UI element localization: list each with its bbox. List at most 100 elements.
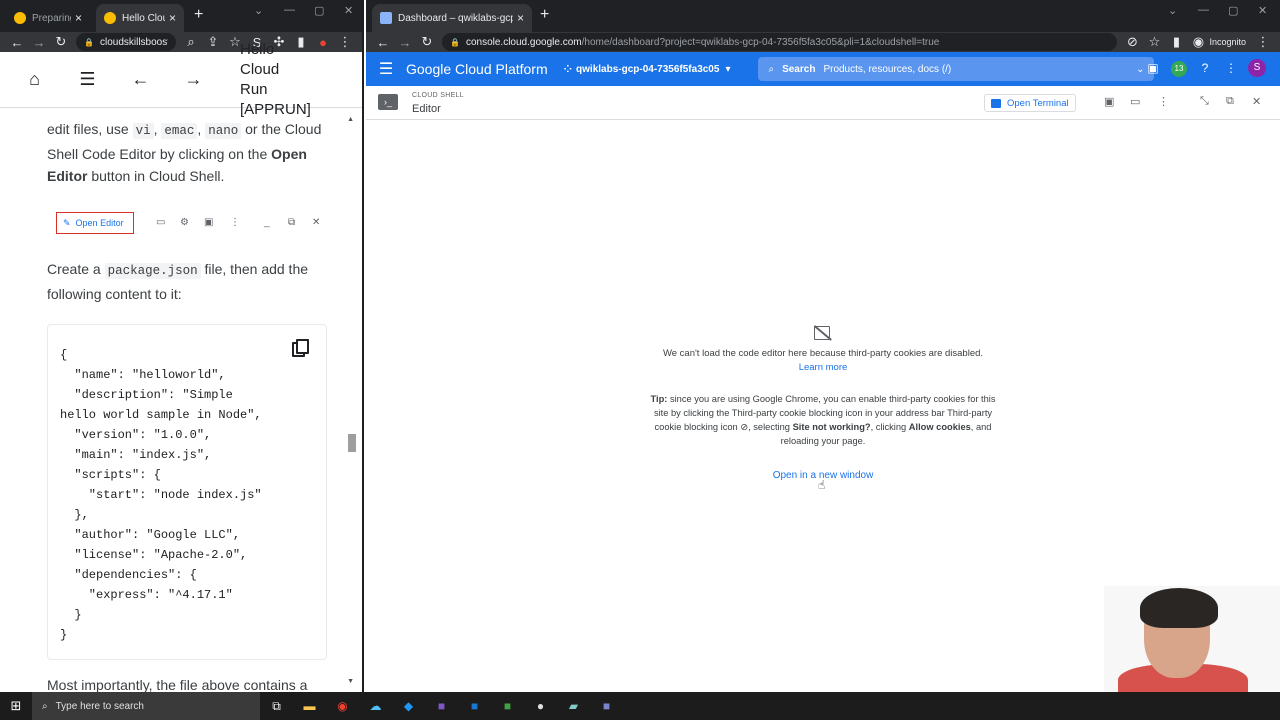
reload-icon[interactable]: ↻	[416, 34, 438, 50]
chevron-down-icon[interactable]: ⌄	[254, 4, 263, 17]
gcp-header: ☰ Google Cloud Platform ⁘ qwiklabs-gcp-0…	[366, 52, 1280, 86]
home-icon[interactable]: ⌂	[8, 69, 61, 90]
menu-dots-icon[interactable]: ⋮	[1252, 34, 1274, 50]
new-tab-icon[interactable]: +	[194, 6, 203, 24]
notifications-icon[interactable]: 13	[1166, 60, 1192, 77]
teams-icon[interactable]: ■	[425, 699, 458, 713]
maximize-icon[interactable]: ▢	[1228, 4, 1238, 17]
address-bar[interactable]: 🔒 cloudskillsboost.go...	[76, 33, 176, 51]
open-editor-button: ✎ Open Editor	[56, 212, 134, 234]
url-text: cloudskillsboost.go...	[99, 36, 168, 48]
cloud-shell-icon[interactable]: ▣	[1140, 61, 1166, 75]
cookie-blocked-icon[interactable]: ⊘	[1121, 34, 1143, 50]
scroll-down-icon[interactable]: ▼	[347, 678, 354, 685]
chevron-down-icon[interactable]: ⌄	[1168, 4, 1177, 17]
more-icon: ⋮	[230, 217, 240, 228]
text: , clicking	[870, 422, 909, 432]
caret-down-icon: ▾	[725, 63, 731, 75]
copy-icon[interactable]	[292, 339, 310, 359]
editor-toolbar-image: ✎ Open Editor ▭ ⚙ ▣ ⋮ _ ⧉ ✕	[56, 212, 330, 236]
windows-start-icon[interactable]: ⊞	[0, 698, 32, 714]
tab-dashboard[interactable]: Dashboard – qwiklabs-gcp-04-73 ×	[372, 4, 532, 32]
error-message: We can't load the code editor here becau…	[662, 348, 984, 359]
tab-hello-cloud-run[interactable]: Hello Cloud R ×	[96, 4, 184, 32]
tab-preparing[interactable]: Preparing for ×	[6, 4, 90, 32]
close-icon[interactable]: ×	[517, 11, 524, 25]
address-bar[interactable]: 🔒 console.cloud.google.com/home/dashboar…	[442, 33, 1118, 51]
arrow-forward-icon[interactable]: →	[167, 69, 220, 90]
gear-icon: ⚙	[180, 217, 189, 228]
left-tab-strip: Preparing for × Hello Cloud R × + ⌄ — ▢ …	[0, 0, 362, 32]
right-toolbar: ← → ↻ 🔒 console.cloud.google.com/home/da…	[366, 32, 1280, 52]
cloud-favicon-icon	[104, 12, 116, 24]
close-icon[interactable]: ×	[169, 11, 176, 25]
lab-content: edit files, use vi, emac, nano or the Cl…	[0, 108, 346, 692]
close-window-icon[interactable]: ✕	[344, 4, 353, 17]
incognito-icon[interactable]: ◉	[1187, 34, 1209, 50]
taskbar-search-placeholder: Type here to search	[55, 700, 144, 712]
lock-icon: 🔒	[84, 37, 94, 47]
windows-taskbar: ⊞ ⌕ Type here to search ⧉ ▬ ◉ ☁ ◆ ■ ■ ■ …	[0, 692, 1280, 720]
learn-more-link[interactable]: Learn more	[799, 362, 848, 373]
minimize-icon[interactable]: —	[1198, 4, 1209, 16]
green-app-icon[interactable]: ■	[491, 699, 524, 713]
reload-icon[interactable]: ↻	[50, 34, 72, 50]
taskbar-search[interactable]: ⌕ Type here to search	[32, 692, 260, 720]
more-vert-icon[interactable]: ⋮	[1218, 61, 1244, 75]
zoom-icon[interactable]: ⌕	[180, 34, 202, 50]
vscode-icon[interactable]: ◆	[392, 699, 425, 713]
lab-title-line: Hello	[240, 41, 275, 58]
lock-icon: 🔒	[450, 37, 460, 47]
code-block: { "name": "helloworld", "description": "…	[47, 324, 327, 660]
minimize-icon[interactable]: —	[284, 4, 295, 16]
cloud-favicon-icon	[14, 12, 26, 24]
close-window-icon[interactable]: ✕	[1258, 4, 1267, 17]
file-explorer-icon[interactable]: ▬	[293, 699, 326, 713]
gcp-brand[interactable]: Google Cloud Platform	[406, 61, 548, 77]
share-icon[interactable]: ⇪	[202, 34, 224, 50]
lab-navbar: ⌂ ☰ ← → Hello Cloud Run [APPRUN]	[0, 41, 362, 118]
star-icon[interactable]: ☆	[1143, 34, 1165, 50]
project-icon: ⁘	[563, 63, 573, 75]
inline-code: nano	[205, 123, 242, 139]
arrow-back-icon[interactable]: ←	[114, 69, 167, 90]
back-icon[interactable]: ←	[372, 35, 394, 50]
url-path: /home/dashboard?project=qwiklabs-gcp-04-…	[581, 36, 940, 48]
forward-icon[interactable]: →	[394, 35, 416, 50]
scrollbar-thumb[interactable]	[348, 434, 356, 452]
notification-badge: 13	[1171, 60, 1187, 77]
account-avatar[interactable]: S	[1244, 59, 1270, 77]
hamburger-menu-icon[interactable]: ☰	[366, 59, 406, 79]
list-icon[interactable]: ☰	[61, 69, 114, 90]
bold-text: Site not working?	[792, 422, 871, 432]
chrome-icon[interactable]: ◉	[326, 699, 359, 713]
search-icon: ⌕	[42, 700, 48, 712]
tab-title: Dashboard – qwiklabs-gcp-04-73	[398, 12, 513, 24]
outlook-icon[interactable]: ■	[458, 699, 491, 713]
forward-icon[interactable]: →	[28, 35, 50, 50]
gcp-header-actions: ▣ 13 ? ⋮ S	[1140, 59, 1270, 77]
close-icon[interactable]: ×	[75, 11, 82, 25]
task-view-icon[interactable]: ⧉	[260, 699, 293, 714]
search-placeholder: Products, resources, docs (/)	[823, 63, 952, 75]
paragraph-most-importantly: Most importantly, the file above contain…	[47, 677, 308, 692]
help-icon[interactable]: ?	[1192, 61, 1218, 75]
project-selector[interactable]: ⁘ qwiklabs-gcp-04-7356f5fa3c05 ▾	[564, 64, 731, 75]
gcp-search-bar[interactable]: ⌕ Search Products, resources, docs (/) ⌄	[758, 57, 1155, 81]
text: , selecting	[748, 422, 793, 432]
new-tab-icon[interactable]: +	[540, 6, 549, 24]
cloud-app-icon[interactable]: ☁	[359, 699, 392, 713]
sidepanel-icon[interactable]: ▮	[1165, 34, 1187, 50]
tip-text: Tip: since you are using Google Chrome, …	[648, 392, 998, 448]
lab-title-line: Run	[240, 81, 268, 98]
scroll-up-icon[interactable]: ▲	[347, 116, 354, 123]
obs-icon[interactable]: ●	[524, 699, 557, 713]
maximize-icon[interactable]: ▢	[314, 4, 324, 17]
app-icon[interactable]: ■	[590, 699, 623, 713]
incognito-label[interactable]: Incognito	[1209, 37, 1246, 47]
gcp-favicon-icon	[380, 12, 392, 24]
eye-slash-icon: ⊘	[740, 422, 749, 432]
back-icon[interactable]: ←	[6, 35, 28, 50]
notepad-icon[interactable]: ▰	[557, 699, 590, 713]
scrollbar[interactable]	[348, 116, 356, 686]
